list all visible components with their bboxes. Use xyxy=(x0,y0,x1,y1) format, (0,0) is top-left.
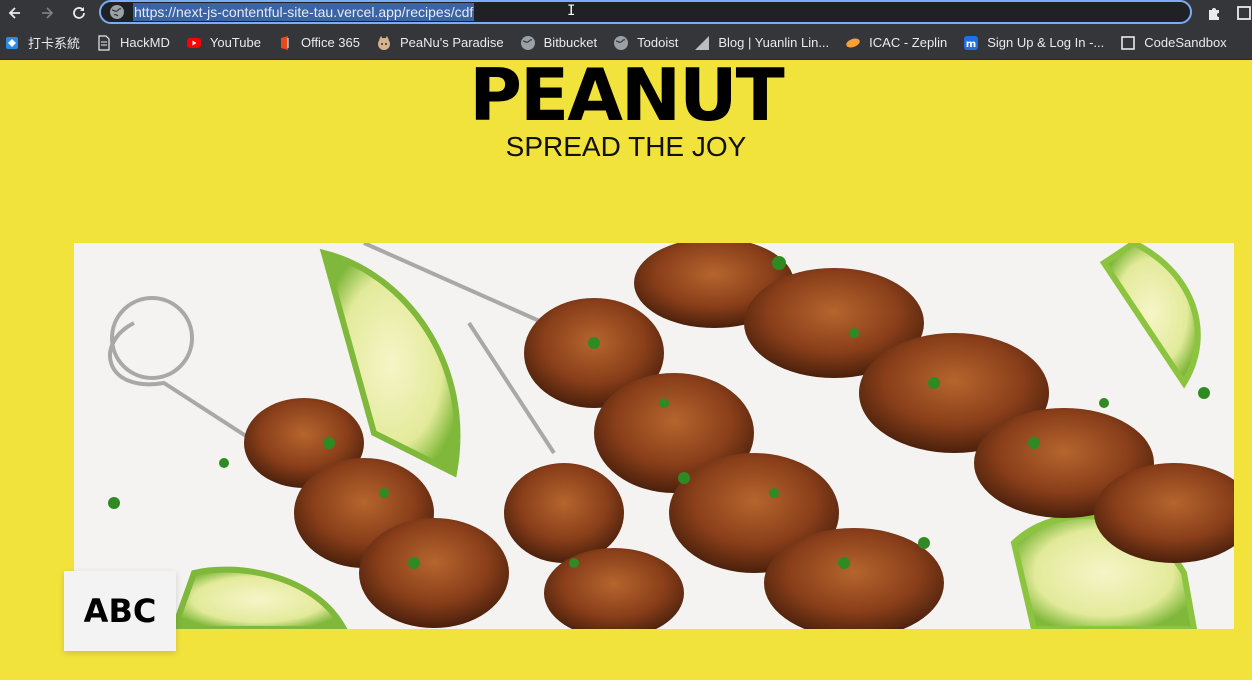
bookmark-label: Office 365 xyxy=(300,35,360,50)
zeplin-icon xyxy=(845,35,861,51)
bookmark-item[interactable]: ICAC - Zeplin xyxy=(845,35,947,51)
panel-icon xyxy=(1237,6,1251,20)
globe-icon xyxy=(613,35,629,51)
bookmark-item[interactable]: CodeSandbox xyxy=(1120,35,1227,51)
chicken-skewers-image xyxy=(74,243,1234,629)
triangle-icon xyxy=(694,35,710,51)
puzzle-icon xyxy=(1209,8,1219,20)
globe-icon xyxy=(520,35,536,51)
browser-toolbar: https://next-js-contentful-site-tau.verc… xyxy=(0,0,1252,26)
arrow-right-icon xyxy=(42,7,54,19)
codesandbox-icon xyxy=(1120,35,1136,51)
bookmark-label: YouTube xyxy=(209,35,261,50)
bookmark-label: CodeSandbox xyxy=(1144,35,1227,50)
back-button[interactable] xyxy=(4,2,26,24)
bookmark-item[interactable]: 打卡系統 xyxy=(4,33,80,52)
bookmark-item[interactable]: Bitbucket xyxy=(520,35,597,51)
text-cursor-icon: I xyxy=(567,3,576,19)
document-icon xyxy=(96,34,112,51)
reload-icon xyxy=(73,7,85,19)
brand-tagline: SPREAD THE JOY xyxy=(505,131,747,162)
bookmark-label: Blog | Yuanlin Lin... xyxy=(718,35,830,50)
bookmark-item[interactable]: m Sign Up & Log In -... xyxy=(963,35,1104,51)
bookmark-item[interactable]: Office 365 xyxy=(277,35,360,51)
bookmark-item[interactable]: HackMD xyxy=(96,34,170,51)
bookmark-item[interactable]: PeaNu's Paradise xyxy=(376,35,504,51)
bookmark-label: Bitbucket xyxy=(543,35,598,50)
bookmark-label: HackMD xyxy=(120,35,170,50)
bookmark-item[interactable]: Todoist xyxy=(613,35,678,51)
m-icon: m xyxy=(963,35,979,51)
office-icon xyxy=(277,35,293,51)
bookmark-item[interactable]: Blog | Yuanlin Lin... xyxy=(694,35,829,51)
youtube-icon xyxy=(186,35,202,51)
recipe-hero-image xyxy=(74,243,1234,629)
sidebar-button[interactable] xyxy=(1234,3,1252,23)
brand-title[interactable]: PEANUT xyxy=(0,55,1252,135)
svg-text:m: m xyxy=(966,39,976,50)
bookmark-label: Todoist xyxy=(637,35,679,50)
recipe-title-card[interactable]: ABC xyxy=(64,571,176,651)
reload-button[interactable] xyxy=(68,2,90,24)
site-info-icon[interactable] xyxy=(109,4,125,20)
bookmark-label: PeaNu's Paradise xyxy=(399,35,504,50)
bookmark-label: Sign Up & Log In -... xyxy=(987,35,1105,50)
url-text[interactable]: https://next-js-contentful-site-tau.verc… xyxy=(133,3,475,21)
bookmark-item[interactable]: YouTube xyxy=(186,35,261,51)
diamond-icon xyxy=(4,35,20,51)
forward-button[interactable] xyxy=(36,2,58,24)
address-bar[interactable]: https://next-js-contentful-site-tau.verc… xyxy=(99,0,1192,24)
bookmark-label: ICAC - Zeplin xyxy=(869,35,948,50)
extensions-button[interactable] xyxy=(1204,3,1224,23)
arrow-left-icon xyxy=(8,7,20,19)
page-content: PEANUT SPREAD THE JOY ABC xyxy=(0,55,1252,680)
cat-icon xyxy=(376,35,392,51)
bookmark-label: 打卡系統 xyxy=(28,36,81,51)
